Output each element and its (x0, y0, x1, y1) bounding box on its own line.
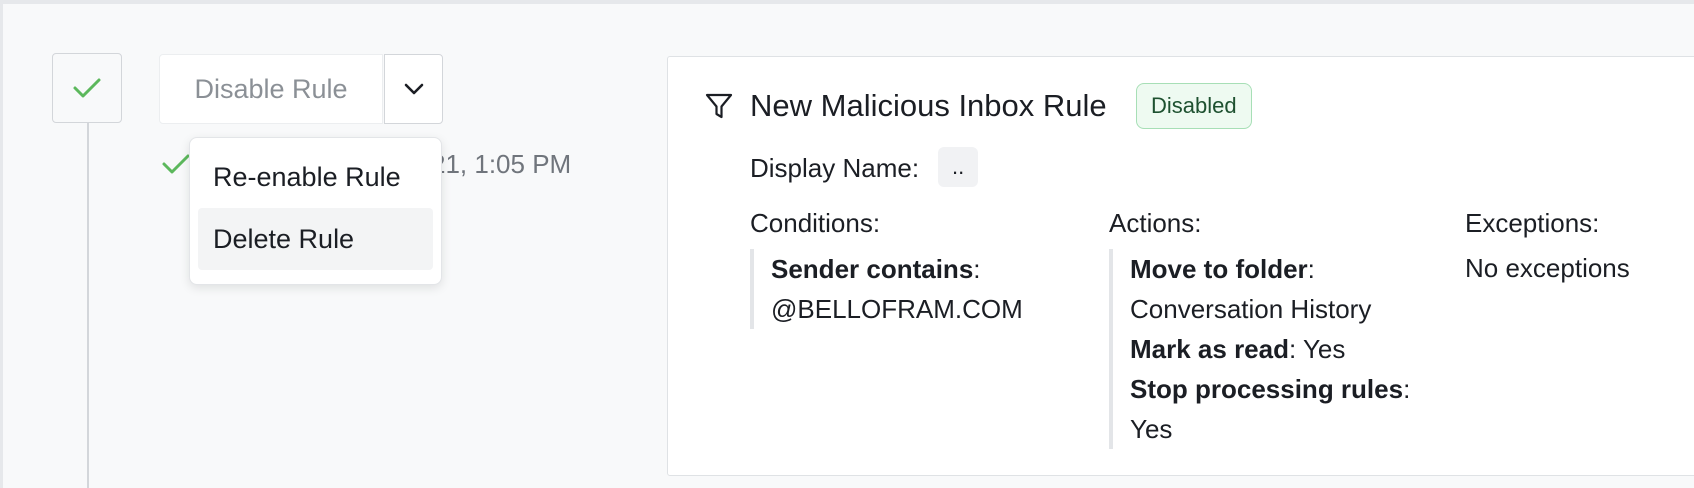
more-actions-button[interactable] (384, 54, 443, 124)
actions-heading: Actions: (1109, 208, 1202, 238)
actions-list: Move to folder: Conversation History Mar… (1109, 249, 1450, 449)
rule-title: New Malicious Inbox Rule (750, 88, 1107, 123)
check-icon (73, 78, 101, 98)
step-status-box (52, 53, 122, 123)
action-value: Yes (1130, 414, 1173, 444)
action-item: Stop processing rules: (1130, 374, 1411, 404)
action-item: Mark as read: Yes (1130, 334, 1346, 364)
condition-value: @BELLOFRAM.COM (771, 294, 1023, 324)
status-badge: Disabled (1136, 83, 1252, 129)
display-name-value: .. (938, 147, 979, 187)
exceptions-heading: Exceptions: (1465, 208, 1600, 238)
rule-actions-menu: Re-enable Rule Delete Rule (189, 137, 442, 285)
rule-card: New Malicious Inbox Rule Disabled Displa… (667, 56, 1694, 476)
menu-item-delete-rule[interactable]: Delete Rule (198, 208, 433, 270)
conditions-list: Sender contains: @BELLOFRAM.COM (750, 249, 1071, 329)
disable-rule-button[interactable]: Disable Rule (159, 54, 383, 124)
rule-timeline-page: Disable Rule 21, 1:05 PM Re-enable Rule … (0, 0, 1694, 488)
chevron-down-icon (404, 83, 423, 95)
status-check-icon (161, 152, 191, 181)
status-timestamp: 21, 1:05 PM (431, 149, 572, 179)
action-value: Conversation History (1130, 294, 1372, 324)
filter-icon (705, 93, 733, 119)
menu-item-re-enable-rule[interactable]: Re-enable Rule (198, 146, 433, 208)
conditions-heading: Conditions: (750, 208, 881, 238)
condition-item: Sender contains: (771, 254, 981, 284)
exceptions-text: No exceptions (1465, 253, 1630, 283)
action-item: Move to folder: (1130, 254, 1315, 284)
timeline-line (87, 123, 89, 488)
display-name-label: Display Name: (750, 153, 920, 183)
